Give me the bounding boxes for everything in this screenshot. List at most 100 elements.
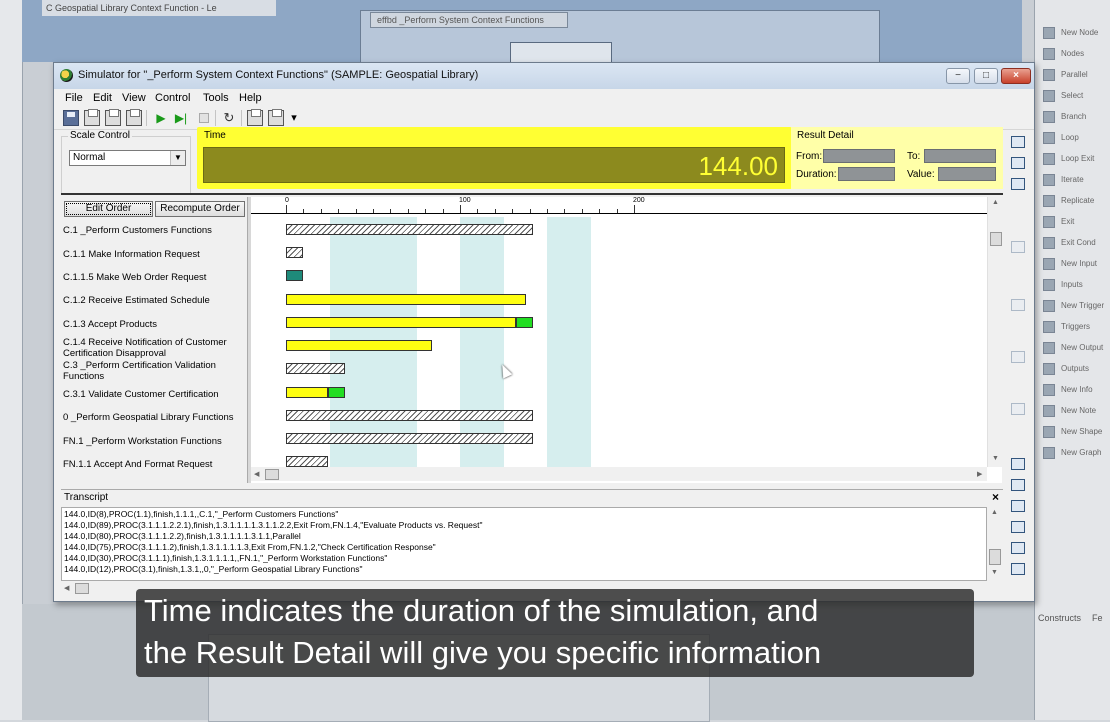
- scroll-thumb[interactable]: [989, 549, 1001, 565]
- minimize-button[interactable]: −: [946, 68, 970, 84]
- palette-item[interactable]: Select: [1039, 87, 1109, 105]
- scroll-up-icon[interactable]: ▲: [992, 199, 999, 206]
- palette-item[interactable]: Iterate: [1039, 171, 1109, 189]
- menu-tools[interactable]: Tools: [203, 92, 229, 104]
- tool-icon[interactable]: [1011, 241, 1025, 253]
- tree-icon[interactable]: [1011, 178, 1025, 190]
- task-label[interactable]: FN.1.1 Accept And Format Request: [63, 459, 241, 470]
- stop-icon[interactable]: [199, 113, 209, 123]
- palette-item[interactable]: Exit Cond: [1039, 234, 1109, 252]
- gantt-bar[interactable]: [286, 410, 534, 421]
- play-icon[interactable]: ▶: [153, 110, 169, 126]
- timeline-horizontal-scrollbar[interactable]: ◀ ▶: [251, 467, 987, 481]
- tool-icon[interactable]: [1011, 479, 1025, 491]
- gantt-bar[interactable]: [286, 340, 433, 351]
- palette-item[interactable]: New Graph: [1039, 444, 1109, 462]
- scroll-down-icon[interactable]: ▼: [991, 569, 998, 576]
- save-icon[interactable]: [63, 110, 79, 126]
- title-bar[interactable]: Simulator for "_Perform System Context F…: [54, 63, 1034, 90]
- task-label[interactable]: 0 _Perform Geospatial Library Functions: [63, 412, 241, 423]
- gantt-bar[interactable]: [286, 387, 328, 398]
- palette-item[interactable]: Nodes: [1039, 45, 1109, 63]
- scale-control-select[interactable]: Normal ▼: [69, 150, 186, 166]
- task-label[interactable]: FN.1 _Perform Workstation Functions: [63, 436, 241, 447]
- window-icon[interactable]: [268, 109, 284, 126]
- copy-icon[interactable]: [126, 109, 142, 126]
- scroll-thumb[interactable]: [265, 469, 279, 480]
- palette-item[interactable]: Loop: [1039, 129, 1109, 147]
- menu-file[interactable]: File: [65, 92, 83, 104]
- tool-icon[interactable]: [1011, 521, 1025, 533]
- task-label[interactable]: C.1.1.5 Make Web Order Request: [63, 272, 241, 283]
- task-label[interactable]: C.1.2 Receive Estimated Schedule: [63, 295, 241, 306]
- palette-item[interactable]: Parallel: [1039, 66, 1109, 84]
- tab-constructs[interactable]: Constructs: [1038, 613, 1081, 623]
- gantt-bar[interactable]: [286, 317, 516, 328]
- palette-item[interactable]: New Node: [1039, 24, 1109, 42]
- tool-icon[interactable]: [1011, 351, 1025, 363]
- tool-icon[interactable]: [1011, 299, 1025, 311]
- tool-icon[interactable]: [1011, 542, 1025, 554]
- gantt-bar[interactable]: [327, 387, 346, 398]
- gantt-bar[interactable]: [286, 456, 328, 467]
- task-label[interactable]: C.1 _Perform Customers Functions: [63, 225, 241, 236]
- network-icon[interactable]: [1011, 458, 1025, 470]
- transcript-vertical-scrollbar[interactable]: ▲ ▼: [987, 507, 1002, 581]
- scroll-thumb[interactable]: [75, 583, 89, 594]
- hierarchy-icon[interactable]: [1011, 157, 1025, 169]
- menu-edit[interactable]: Edit: [93, 92, 112, 104]
- task-label[interactable]: C.1.1 Make Information Request: [63, 249, 241, 260]
- palette-item[interactable]: Exit: [1039, 213, 1109, 231]
- scroll-left-icon[interactable]: ◀: [254, 470, 259, 478]
- palette-item[interactable]: Triggers: [1039, 318, 1109, 336]
- gantt-bar[interactable]: [286, 247, 304, 258]
- transcript-log[interactable]: 144.0,ID(8),PROC(1.1),finish,1.1.1,,C.1,…: [61, 507, 987, 581]
- edit-order-button[interactable]: Edit Order: [64, 201, 153, 217]
- gantt-bar[interactable]: [286, 294, 527, 305]
- gantt-bar[interactable]: [286, 270, 304, 281]
- palette-item[interactable]: Replicate: [1039, 192, 1109, 210]
- palette-item[interactable]: Branch: [1039, 108, 1109, 126]
- palette-item[interactable]: Outputs: [1039, 360, 1109, 378]
- tool-icon[interactable]: [1011, 563, 1025, 575]
- palette-item[interactable]: New Info: [1039, 381, 1109, 399]
- scroll-down-icon[interactable]: ▼: [992, 455, 999, 462]
- task-label[interactable]: C.1.4 Receive Notification of Customer C…: [63, 337, 241, 359]
- task-label[interactable]: C.1.3 Accept Products: [63, 319, 241, 330]
- palette-item[interactable]: Inputs: [1039, 276, 1109, 294]
- table-view-icon[interactable]: [1011, 136, 1025, 148]
- tool-icon[interactable]: [1011, 403, 1025, 415]
- gantt-bar[interactable]: [515, 317, 534, 328]
- recompute-order-button[interactable]: Recompute Order: [155, 201, 245, 217]
- scroll-right-icon[interactable]: ▶: [977, 470, 982, 478]
- scroll-thumb[interactable]: [990, 232, 1002, 246]
- step-icon[interactable]: ▶|: [173, 110, 189, 126]
- scroll-left-icon[interactable]: ◀: [64, 584, 69, 592]
- print-icon[interactable]: [84, 109, 100, 126]
- list-icon[interactable]: [247, 109, 263, 126]
- task-label[interactable]: C.3 _Perform Certification Validation Fu…: [63, 360, 241, 382]
- palette-item[interactable]: Loop Exit: [1039, 150, 1109, 168]
- menu-control[interactable]: Control: [155, 92, 190, 104]
- menu-help[interactable]: Help: [239, 92, 262, 104]
- chevron-down-icon[interactable]: ▼: [170, 151, 185, 165]
- task-label[interactable]: C.3.1 Validate Customer Certification: [63, 389, 241, 400]
- print-preview-icon[interactable]: [105, 109, 121, 126]
- gantt-bar[interactable]: [286, 363, 346, 374]
- tab-fe[interactable]: Fe: [1092, 613, 1103, 623]
- palette-item[interactable]: New Output: [1039, 339, 1109, 357]
- timeline-vertical-scrollbar[interactable]: ▲ ▼: [987, 197, 1003, 467]
- close-icon[interactable]: ×: [992, 490, 999, 504]
- palette-item[interactable]: New Shape: [1039, 423, 1109, 441]
- tool-icon[interactable]: [1011, 500, 1025, 512]
- palette-item[interactable]: New Trigger: [1039, 297, 1109, 315]
- gantt-bar[interactable]: [286, 433, 534, 444]
- gantt-bar[interactable]: [286, 224, 534, 235]
- menu-view[interactable]: View: [122, 92, 146, 104]
- close-button[interactable]: ×: [1001, 68, 1031, 84]
- reset-icon[interactable]: ↻: [221, 110, 237, 126]
- dropdown-icon[interactable]: ▾: [286, 110, 302, 126]
- palette-item[interactable]: New Note: [1039, 402, 1109, 420]
- palette-item[interactable]: New Input: [1039, 255, 1109, 273]
- maximize-button[interactable]: □: [974, 68, 998, 84]
